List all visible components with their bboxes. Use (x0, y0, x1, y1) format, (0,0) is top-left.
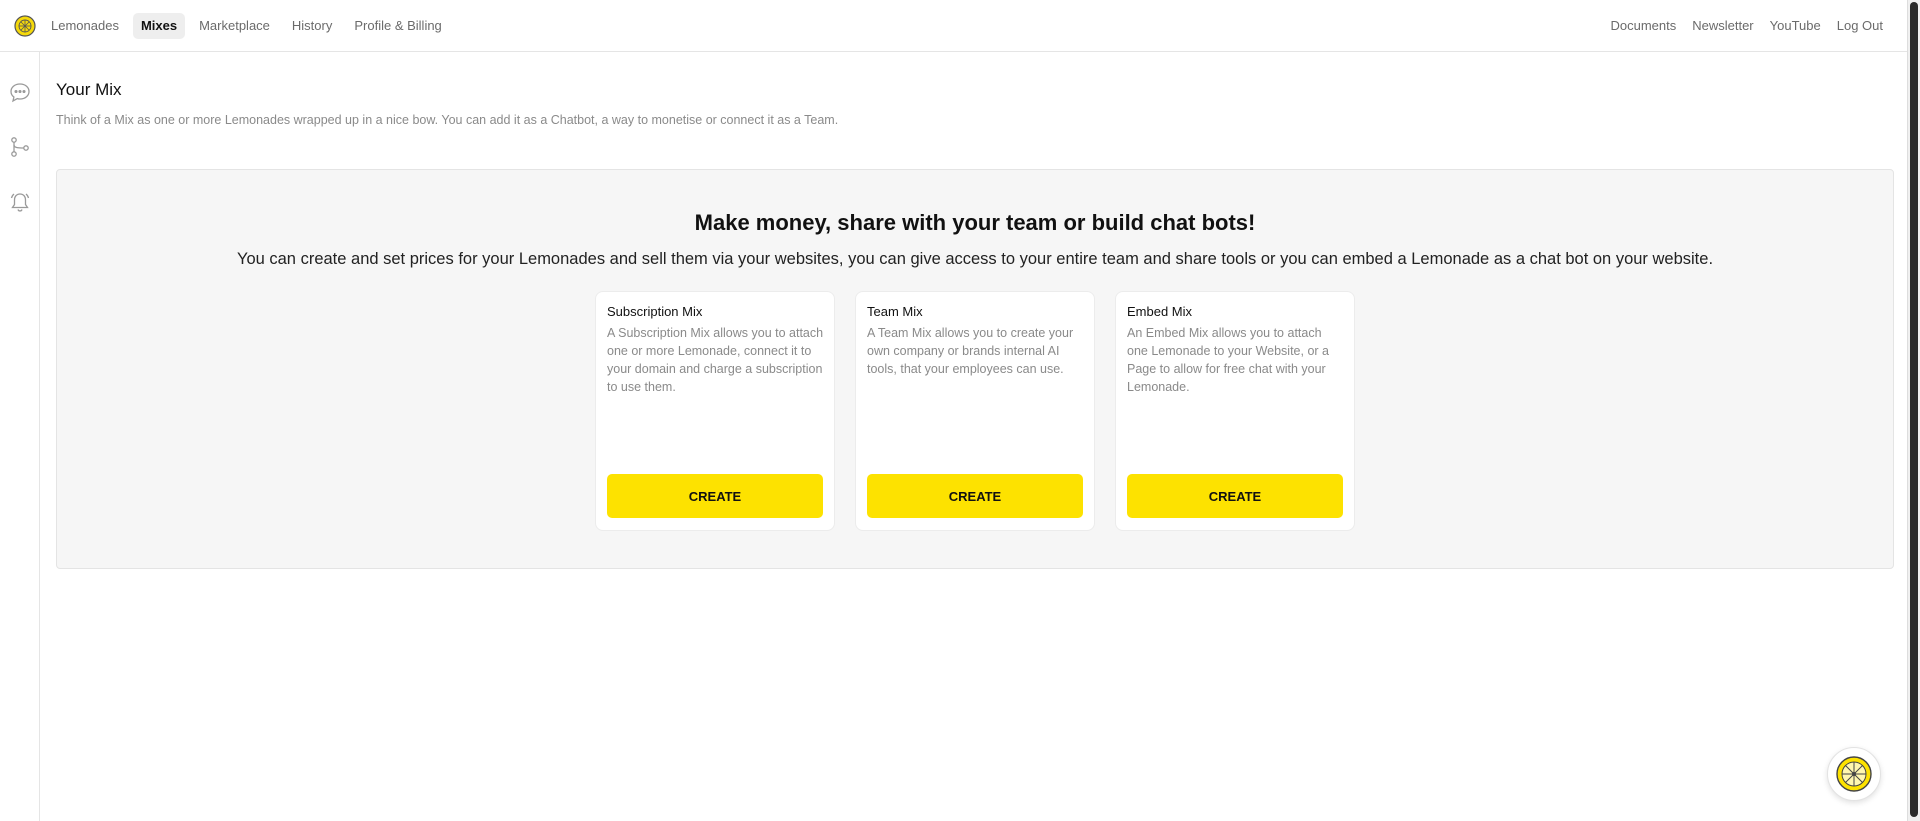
create-team-mix-button[interactable]: CREATE (867, 474, 1083, 518)
branch-icon[interactable] (9, 136, 31, 158)
primary-nav: Lemonades Mixes Marketplace History Prof… (43, 13, 450, 39)
mix-options-panel: Make money, share with your team or buil… (56, 169, 1894, 569)
nav-mixes[interactable]: Mixes (132, 13, 186, 39)
vertical-scrollbar[interactable] (1907, 0, 1920, 821)
lemon-logo-icon[interactable] (14, 15, 36, 37)
create-embed-mix-button[interactable]: CREATE (1127, 474, 1343, 518)
nav-youtube[interactable]: YouTube (1762, 13, 1829, 39)
secondary-nav: Documents Newsletter YouTube Log Out (1602, 13, 1891, 39)
panel-description: You can create and set prices for your L… (236, 250, 1714, 268)
nav-history[interactable]: History (284, 13, 340, 39)
nav-lemonades[interactable]: Lemonades (43, 13, 127, 39)
team-mix-card: Team Mix A Team Mix allows you to create… (855, 291, 1095, 531)
subscription-mix-card: Subscription Mix A Subscription Mix allo… (595, 291, 835, 531)
nav-profile-billing[interactable]: Profile & Billing (346, 13, 449, 39)
lemon-chat-button[interactable] (1827, 747, 1881, 801)
nav-log-out[interactable]: Log Out (1829, 13, 1891, 39)
chat-icon[interactable] (9, 81, 31, 103)
card-description: A Subscription Mix allows you to attach … (607, 326, 824, 394)
card-title: Subscription Mix (607, 304, 703, 319)
nav-newsletter[interactable]: Newsletter (1684, 13, 1761, 39)
page-subtitle: Think of a Mix as one or more Lemonades … (56, 113, 839, 127)
card-description: A Team Mix allows you to create your own… (867, 326, 1074, 376)
card-description: An Embed Mix allows you to attach one Le… (1127, 326, 1329, 394)
bell-icon[interactable] (9, 191, 31, 213)
card-title: Team Mix (867, 304, 923, 319)
scrollbar-thumb[interactable] (1910, 2, 1918, 817)
page-title: Your Mix (56, 80, 122, 99)
embed-mix-card: Embed Mix An Embed Mix allows you to att… (1115, 291, 1355, 531)
top-navigation-bar: Lemonades Mixes Marketplace History Prof… (0, 0, 1907, 52)
left-sidebar (0, 52, 40, 821)
panel-headline: Make money, share with your team or buil… (694, 210, 1256, 235)
lemon-slice-icon (1836, 756, 1872, 792)
nav-documents[interactable]: Documents (1602, 13, 1684, 39)
create-subscription-mix-button[interactable]: CREATE (607, 474, 823, 518)
card-title: Embed Mix (1127, 304, 1193, 319)
nav-marketplace[interactable]: Marketplace (191, 13, 278, 39)
